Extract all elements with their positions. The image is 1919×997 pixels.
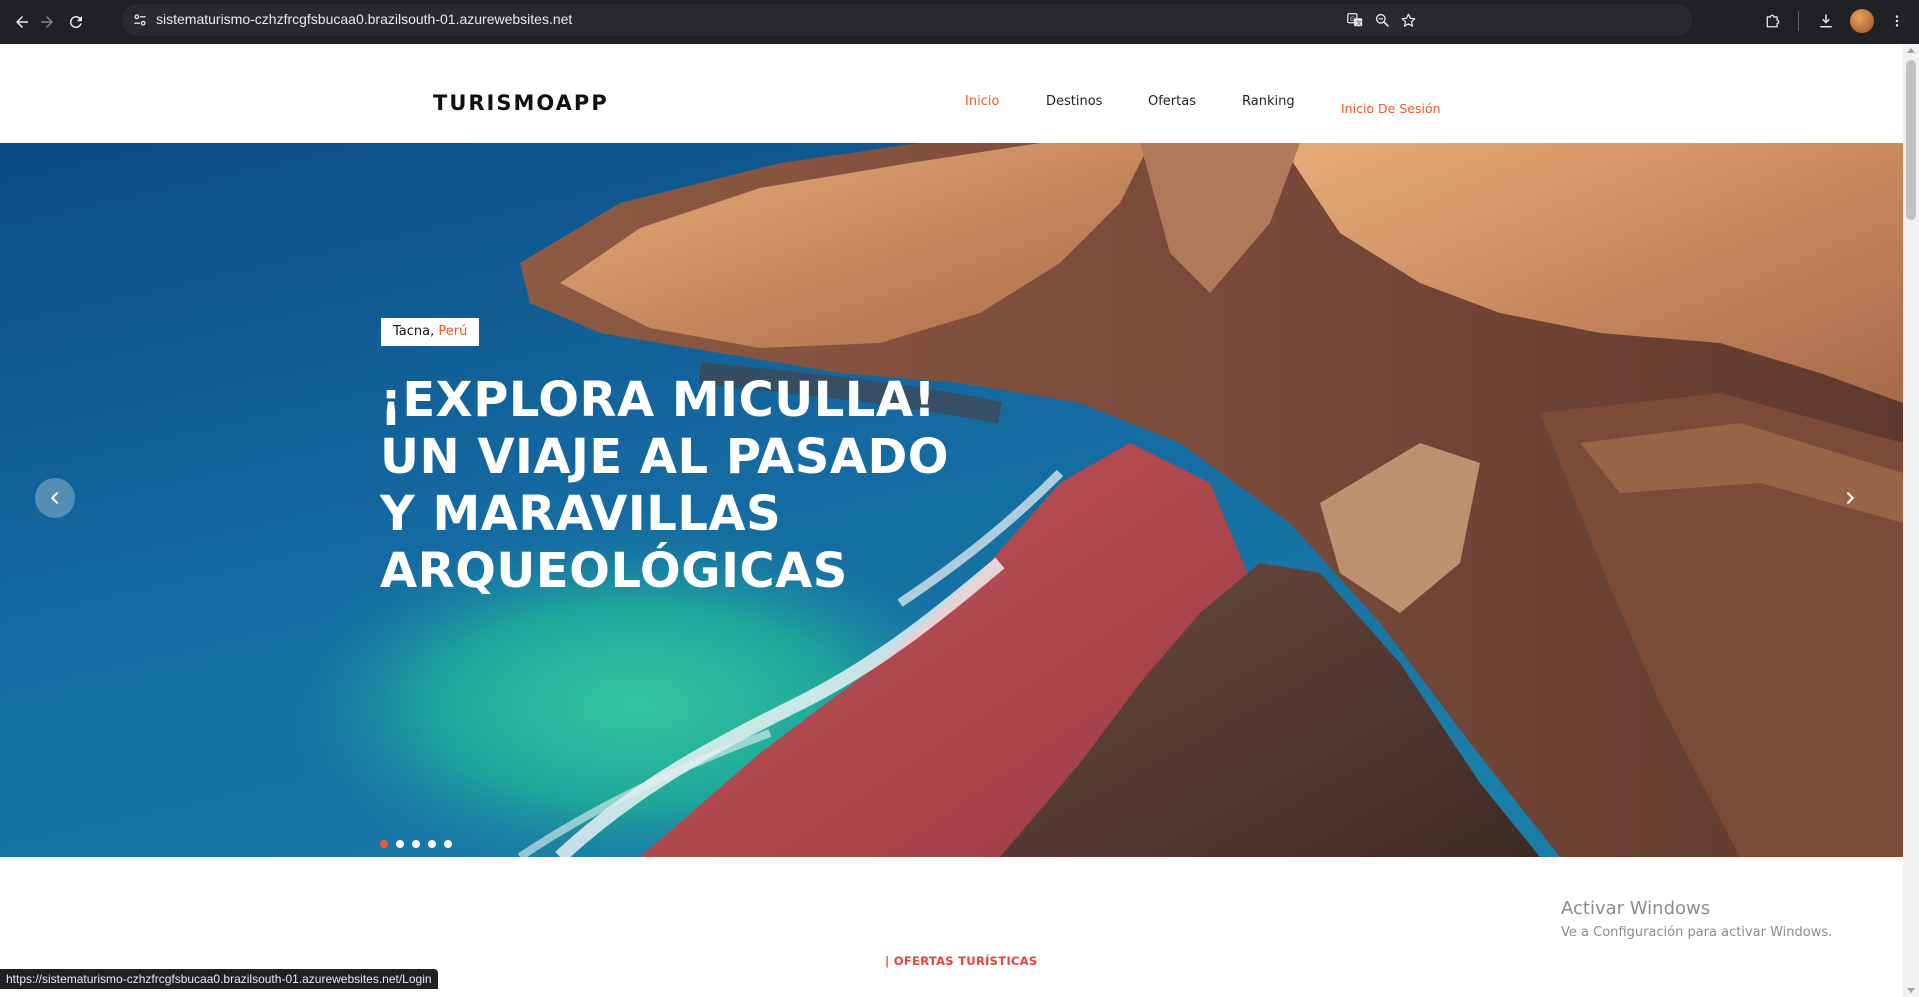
chevron-right-icon <box>1846 492 1854 504</box>
hero-location-tag: Tacna, Perú <box>381 318 480 346</box>
bookmark-star-icon[interactable] <box>1398 10 1418 30</box>
carousel-indicators <box>380 840 452 850</box>
site-info-icon[interactable] <box>130 10 150 30</box>
zoom-icon[interactable] <box>1372 10 1392 30</box>
watermark-line2: Ve a Configuración para activar Windows. <box>1561 925 1833 940</box>
download-icon[interactable] <box>1815 10 1837 32</box>
scrollbar-thumb[interactable] <box>1906 60 1916 220</box>
scroll-up-icon[interactable] <box>1907 48 1915 53</box>
browser-window: sistematurismo-czhzfrcgfsbucaa0.brazilso… <box>0 0 1919 997</box>
hero-carousel: Tacna, Perú ¡EXPLORA MICULLA! UN VIAJE A… <box>0 143 1903 857</box>
site-header: TURISMOAPP Inicio Destinos Ofertas Ranki… <box>0 44 1903 143</box>
menu-kebab-icon[interactable] <box>1886 10 1908 32</box>
svg-text:文: 文 <box>1356 19 1362 27</box>
windows-activation-watermark: Activar Windows Ve a Configuración para … <box>1561 897 1832 943</box>
hero-title: ¡EXPLORA MICULLA! UN VIAJE AL PASADO Y M… <box>380 372 1000 600</box>
hero-location-country: Perú <box>438 324 468 339</box>
translate-icon[interactable]: G文 <box>1345 10 1365 30</box>
nav-ofertas[interactable]: Ofertas <box>1148 94 1196 109</box>
carousel-prev-button[interactable] <box>35 478 75 518</box>
carousel-dot[interactable] <box>396 840 404 848</box>
hero-title-line: ARQUEOLÓGICAS <box>380 543 848 599</box>
carousel-dot[interactable] <box>412 840 420 848</box>
browser-toolbar: sistematurismo-czhzfrcgfsbucaa0.brazilso… <box>0 0 1919 44</box>
toolbar-separator <box>1798 11 1799 31</box>
watermark-line1: Activar Windows <box>1561 898 1711 919</box>
carousel-dot[interactable] <box>444 840 452 848</box>
nav-inicio[interactable]: Inicio <box>965 94 999 109</box>
nav-ranking[interactable]: Ranking <box>1242 94 1295 109</box>
back-icon[interactable] <box>8 8 36 36</box>
nav-login[interactable]: Inicio De Sesión <box>1341 101 1441 116</box>
nav-destinos[interactable]: Destinos <box>1046 94 1102 109</box>
scroll-down-icon[interactable] <box>1907 988 1915 993</box>
hero-location-city: Tacna, <box>393 324 435 339</box>
forward-icon[interactable] <box>33 8 61 36</box>
reload-icon[interactable] <box>62 8 90 36</box>
url-text[interactable]: sistematurismo-czhzfrcgfsbucaa0.brazilso… <box>156 11 572 27</box>
chevron-left-icon <box>51 492 59 504</box>
extensions-icon[interactable] <box>1762 10 1784 32</box>
address-bar[interactable]: sistematurismo-czhzfrcgfsbucaa0.brazilso… <box>122 4 1692 36</box>
brand-logo[interactable]: TURISMOAPP <box>433 91 609 115</box>
hero-title-line: Y MARAVILLAS <box>380 486 782 542</box>
page-viewport: TURISMOAPP Inicio Destinos Ofertas Ranki… <box>0 44 1903 997</box>
carousel-dot[interactable] <box>380 840 388 848</box>
page-scrollbar[interactable] <box>1903 44 1919 997</box>
status-bar-url: https://sistematurismo-czhzfrcgfsbucaa0.… <box>0 969 438 989</box>
profile-avatar[interactable] <box>1850 9 1874 33</box>
carousel-dot[interactable] <box>428 840 436 848</box>
section-heading-offers: | OFERTAS TURÍSTICAS <box>885 954 1038 968</box>
carousel-next-button[interactable] <box>1836 484 1864 512</box>
hero-title-line: UN VIAJE AL PASADO <box>380 429 950 485</box>
hero-title-line: ¡EXPLORA MICULLA! <box>380 372 936 428</box>
